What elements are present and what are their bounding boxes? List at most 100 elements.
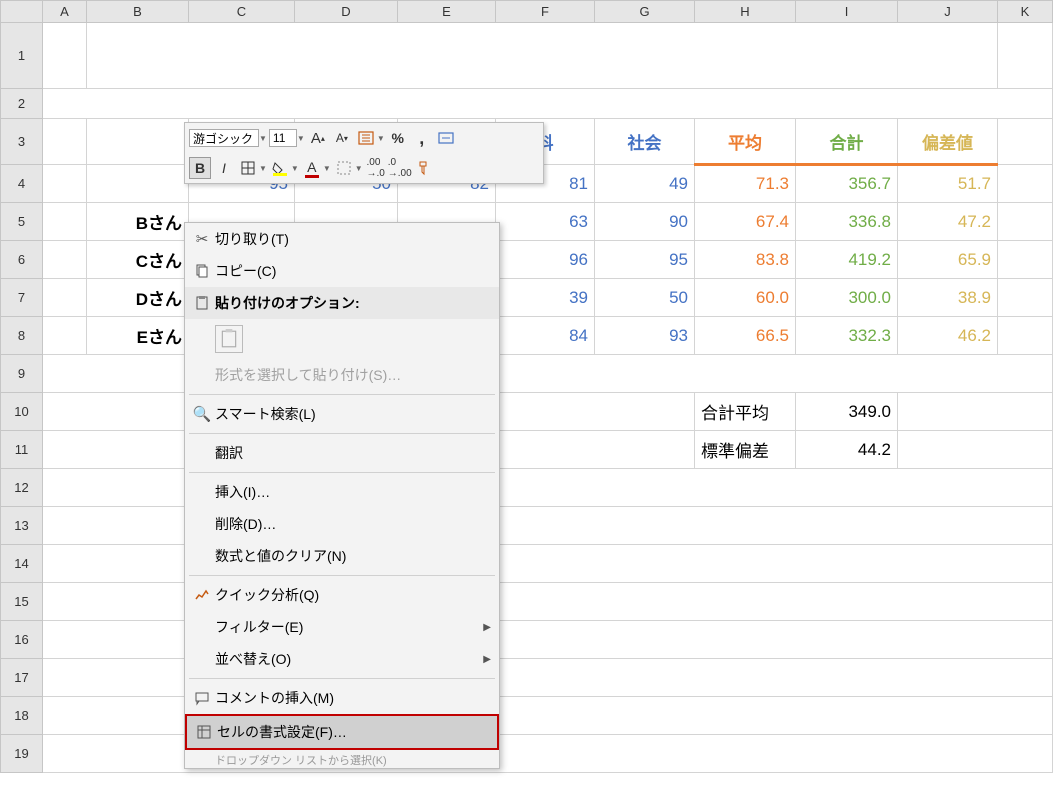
cell-H6[interactable]: 83.8 <box>695 241 796 279</box>
cell-G4[interactable]: 49 <box>595 165 695 203</box>
stats-avg-value[interactable]: 349.0 <box>796 393 898 431</box>
cell-B8[interactable]: Eさん <box>87 317 189 355</box>
row-header-13[interactable]: 13 <box>1 507 43 545</box>
ctx-translate[interactable]: 翻訳 <box>185 437 499 469</box>
merge-center-icon[interactable] <box>435 127 457 149</box>
row-header-5[interactable]: 5 <box>1 203 43 241</box>
cell-A6[interactable] <box>43 241 87 279</box>
stats-avg-label[interactable]: 合計平均 <box>695 393 796 431</box>
cell-F5[interactable]: 63 <box>496 203 595 241</box>
ctx-sort[interactable]: 並べ替え(O) ▶ <box>185 643 499 675</box>
col-header-K[interactable]: K <box>998 1 1053 23</box>
font-color-icon[interactable]: A <box>301 157 323 179</box>
percent-icon[interactable]: % <box>387 127 409 149</box>
borders-icon[interactable] <box>237 157 259 179</box>
cell-G6[interactable]: 95 <box>595 241 695 279</box>
cell-J5[interactable]: 47.2 <box>898 203 998 241</box>
cell-K8[interactable] <box>998 317 1053 355</box>
header-name[interactable] <box>87 119 189 165</box>
row-header-17[interactable]: 17 <box>1 659 43 697</box>
header-g[interactable]: 社会 <box>595 119 695 165</box>
cell-J4[interactable]: 51.7 <box>898 165 998 203</box>
ctx-delete[interactable]: 削除(D)… <box>185 508 499 540</box>
decrease-font-icon[interactable]: A▾ <box>331 127 353 149</box>
col-header-D[interactable]: D <box>295 1 398 23</box>
dropdown-icon[interactable]: ▼ <box>259 164 267 173</box>
cell-J6[interactable]: 65.9 <box>898 241 998 279</box>
ctx-format-cells[interactable]: セルの書式設定(F)… <box>187 716 497 748</box>
cell-row11-right[interactable] <box>898 431 1053 469</box>
row-header-9[interactable]: 9 <box>1 355 43 393</box>
ctx-copy[interactable]: コピー(C) <box>185 255 499 287</box>
cell-A5[interactable] <box>43 203 87 241</box>
cell-B6[interactable]: Cさん <box>87 241 189 279</box>
format-painter-icon[interactable] <box>413 157 435 179</box>
row-header-1[interactable]: 1 <box>1 23 43 89</box>
cell-row10-right[interactable] <box>898 393 1053 431</box>
ctx-filter[interactable]: フィルター(E) ▶ <box>185 611 499 643</box>
selected-cell-B4[interactable]: Aさん <box>87 165 189 203</box>
cell-B7[interactable]: Dさん <box>87 279 189 317</box>
row-header-15[interactable]: 15 <box>1 583 43 621</box>
cell-A7[interactable] <box>43 279 87 317</box>
header-h[interactable]: 平均 <box>695 119 796 165</box>
increase-decimal-icon[interactable]: .00→.0 <box>365 157 387 179</box>
ctx-paste-options[interactable]: 貼り付けのオプション: <box>185 287 499 319</box>
cell-A1[interactable] <box>43 23 87 89</box>
col-header-B[interactable]: B <box>87 1 189 23</box>
ctx-dropdown-list[interactable]: ドロップダウン リストから選択(K) <box>185 750 499 768</box>
dropdown-icon[interactable]: ▼ <box>323 164 331 173</box>
cell-I4[interactable]: 356.7 <box>796 165 898 203</box>
header-i[interactable]: 合計 <box>796 119 898 165</box>
select-all-corner[interactable] <box>1 1 43 23</box>
col-header-G[interactable]: G <box>595 1 695 23</box>
row-header-14[interactable]: 14 <box>1 545 43 583</box>
cell-I6[interactable]: 419.2 <box>796 241 898 279</box>
fill-color-icon[interactable] <box>269 157 291 179</box>
ctx-smart-lookup[interactable]: 🔍 スマート検索(L) <box>185 398 499 430</box>
dropdown-icon[interactable]: ▼ <box>291 164 299 173</box>
ctx-insert[interactable]: 挿入(I)… <box>185 476 499 508</box>
stats-std-label[interactable]: 標準偏差 <box>695 431 796 469</box>
ctx-clear[interactable]: 数式と値のクリア(N) <box>185 540 499 572</box>
row-header-18[interactable]: 18 <box>1 697 43 735</box>
col-header-H[interactable]: H <box>695 1 796 23</box>
cell-F7[interactable]: 39 <box>496 279 595 317</box>
cell-K4[interactable] <box>998 165 1053 203</box>
border-draw-icon[interactable] <box>333 157 355 179</box>
dropdown-icon[interactable]: ▼ <box>259 134 267 143</box>
row-header-2[interactable]: 2 <box>1 89 43 119</box>
dropdown-icon[interactable]: ▼ <box>355 164 363 173</box>
cell-I7[interactable]: 300.0 <box>796 279 898 317</box>
dropdown-icon[interactable]: ▼ <box>297 134 305 143</box>
increase-font-icon[interactable]: A▴ <box>307 127 329 149</box>
italic-button[interactable]: I <box>213 157 235 179</box>
ctx-cut[interactable]: ✂ 切り取り(T) <box>185 223 499 255</box>
cell-A3[interactable] <box>43 119 87 165</box>
col-header-E[interactable]: E <box>398 1 496 23</box>
font-size-input[interactable] <box>269 129 297 147</box>
cell-K1[interactable] <box>998 23 1053 89</box>
row-header-8[interactable]: 8 <box>1 317 43 355</box>
row-header-16[interactable]: 16 <box>1 621 43 659</box>
stats-std-value[interactable]: 44.2 <box>796 431 898 469</box>
cell-H5[interactable]: 67.4 <box>695 203 796 241</box>
title-cell[interactable]: 2学期 2年1組 中間試験成績表 <box>87 23 998 89</box>
cell-G7[interactable]: 50 <box>595 279 695 317</box>
row-header-3[interactable]: 3 <box>1 119 43 165</box>
col-header-A[interactable]: A <box>43 1 87 23</box>
cell-F8[interactable]: 84 <box>496 317 595 355</box>
cell-I8[interactable]: 332.3 <box>796 317 898 355</box>
row-header-4[interactable]: 4 <box>1 165 43 203</box>
col-header-C[interactable]: C <box>189 1 295 23</box>
col-header-I[interactable]: I <box>796 1 898 23</box>
ctx-insert-comment[interactable]: コメントの挿入(M) <box>185 682 499 714</box>
comma-icon[interactable]: , <box>411 127 433 149</box>
cell-row2[interactable] <box>43 89 1053 119</box>
cell-G5[interactable]: 90 <box>595 203 695 241</box>
cell-J8[interactable]: 46.2 <box>898 317 998 355</box>
cell-A4[interactable] <box>43 165 87 203</box>
cell-I5[interactable]: 336.8 <box>796 203 898 241</box>
col-header-F[interactable]: F <box>496 1 595 23</box>
row-header-19[interactable]: 19 <box>1 735 43 773</box>
